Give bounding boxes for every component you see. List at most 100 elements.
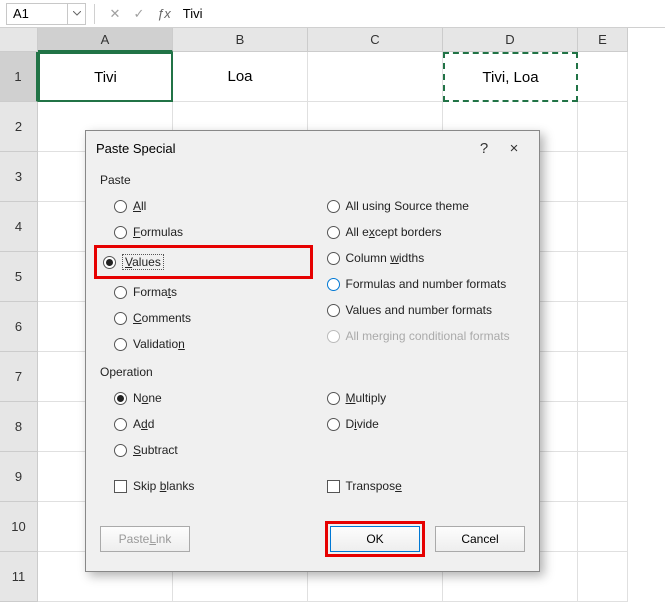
row-header-4[interactable]: 4 (0, 202, 38, 252)
radio-label: Column widths (346, 251, 425, 265)
radio-formulas[interactable]: Formulas (100, 219, 313, 245)
radio-none[interactable]: None (100, 385, 313, 411)
dialog-titlebar[interactable]: Paste Special ? × (86, 131, 539, 165)
row-header-11[interactable]: 11 (0, 552, 38, 602)
row-header-2[interactable]: 2 (0, 102, 38, 152)
col-header-e[interactable]: E (578, 28, 628, 52)
cell[interactable] (578, 152, 628, 202)
radio-label: All except borders (346, 225, 442, 239)
radio-label: All using Source theme (346, 199, 469, 213)
radio-comments[interactable]: Comments (100, 305, 313, 331)
check-skip-blanks[interactable]: Skip blanks (100, 473, 313, 499)
radio-all-except-borders[interactable]: All except borders (313, 219, 526, 245)
radio-icon (114, 418, 127, 431)
radio-divide[interactable]: Divide (313, 411, 526, 437)
radio-icon (114, 392, 127, 405)
radio-icon (114, 200, 127, 213)
row-header-8[interactable]: 8 (0, 402, 38, 452)
checkbox-icon (327, 480, 340, 493)
col-header-b[interactable]: B (173, 28, 308, 52)
cell[interactable] (578, 352, 628, 402)
radio-validation[interactable]: Validation (100, 331, 313, 357)
radio-label: Formulas and number formats (346, 277, 507, 291)
formula-bar: A1 ✕ ✓ ƒx (0, 0, 665, 28)
cell[interactable] (578, 502, 628, 552)
check-transpose[interactable]: Transpose (313, 473, 526, 499)
enter-formula-icon: ✓ (127, 3, 151, 25)
cell[interactable] (578, 452, 628, 502)
dialog-title: Paste Special (96, 141, 469, 156)
radio-icon (327, 226, 340, 239)
radio-icon (327, 330, 340, 343)
radio-label: Values and number formats (346, 303, 493, 317)
cell-d1[interactable]: Tivi, Loa (443, 52, 578, 102)
radio-column-widths[interactable]: Column widths (313, 245, 526, 271)
radio-add[interactable]: Add (100, 411, 313, 437)
close-icon[interactable]: × (499, 140, 529, 157)
radio-label: Validation (133, 337, 185, 351)
cell[interactable] (578, 252, 628, 302)
radio-icon (114, 286, 127, 299)
checkbox-icon (114, 480, 127, 493)
col-header-d[interactable]: D (443, 28, 578, 52)
radio-icon (114, 226, 127, 239)
check-label: Transpose (346, 479, 402, 493)
row-header-3[interactable]: 3 (0, 152, 38, 202)
formula-input[interactable] (177, 3, 665, 25)
radio-subtract[interactable]: Subtract (100, 437, 313, 463)
help-icon[interactable]: ? (469, 140, 499, 157)
cell-b1[interactable]: Loa (173, 52, 308, 102)
group-label-paste: Paste (100, 173, 525, 187)
row-header-10[interactable]: 10 (0, 502, 38, 552)
cell[interactable] (578, 102, 628, 152)
cell-e1[interactable] (578, 52, 628, 102)
check-label: Skip blanks (133, 479, 194, 493)
name-box[interactable]: A1 (6, 3, 68, 25)
row-header-7[interactable]: 7 (0, 352, 38, 402)
radio-icon (103, 256, 116, 269)
cell[interactable] (578, 302, 628, 352)
radio-label: Comments (133, 311, 191, 325)
cell[interactable] (578, 552, 628, 602)
name-box-dropdown[interactable] (68, 3, 86, 25)
radio-icon (327, 278, 340, 291)
row-header-5[interactable]: 5 (0, 252, 38, 302)
radio-label: Formats (133, 285, 177, 299)
ok-button[interactable]: OK (330, 526, 420, 552)
col-header-a[interactable]: A (38, 28, 173, 52)
radio-icon (114, 444, 127, 457)
select-all-corner[interactable] (0, 28, 38, 52)
radio-formats[interactable]: Formats (100, 279, 313, 305)
radio-all[interactable]: All (100, 193, 313, 219)
radio-icon (327, 392, 340, 405)
radio-icon (327, 252, 340, 265)
radio-all-source-theme[interactable]: All using Source theme (313, 193, 526, 219)
radio-label: Subtract (133, 443, 178, 457)
radio-formulas-number-formats[interactable]: Formulas and number formats (313, 271, 526, 297)
paste-link-button: Paste Link (100, 526, 190, 552)
radio-label: Add (133, 417, 154, 431)
row-header-6[interactable]: 6 (0, 302, 38, 352)
radio-label: None (133, 391, 162, 405)
cell-a1[interactable]: Tivi (38, 52, 173, 102)
radio-values[interactable]: Values (100, 249, 307, 275)
radio-label: All merging conditional formats (346, 329, 510, 343)
radio-values-number-formats[interactable]: Values and number formats (313, 297, 526, 323)
cancel-formula-icon: ✕ (103, 3, 127, 25)
paste-special-dialog: Paste Special ? × Paste All Formulas Val… (85, 130, 540, 572)
radio-label: Formulas (133, 225, 183, 239)
radio-label: All (133, 199, 146, 213)
cell-c1[interactable] (308, 52, 443, 102)
radio-label: Values (122, 254, 164, 270)
row-header-1[interactable]: 1 (0, 52, 38, 102)
radio-icon (114, 312, 127, 325)
fx-icon[interactable]: ƒx (157, 6, 171, 21)
row-header-9[interactable]: 9 (0, 452, 38, 502)
cancel-button[interactable]: Cancel (435, 526, 525, 552)
cell[interactable] (578, 402, 628, 452)
col-header-c[interactable]: C (308, 28, 443, 52)
radio-multiply[interactable]: Multiply (313, 385, 526, 411)
group-label-operation: Operation (100, 365, 525, 379)
cell[interactable] (578, 202, 628, 252)
radio-icon (327, 418, 340, 431)
